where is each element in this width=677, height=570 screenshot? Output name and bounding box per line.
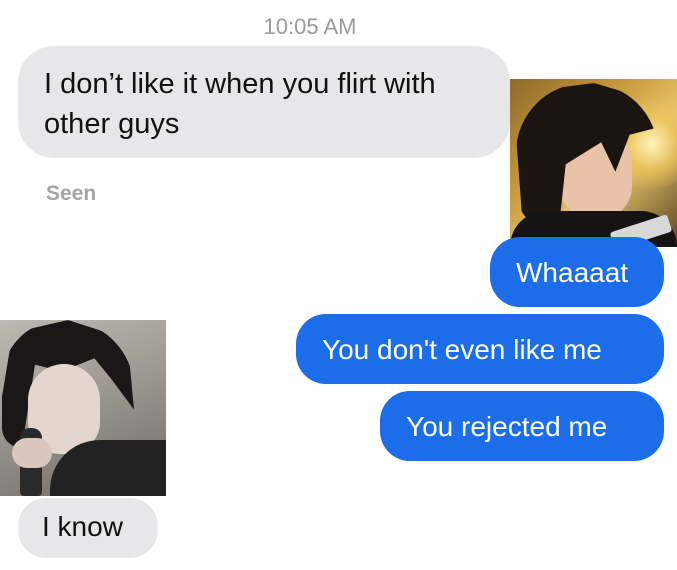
sent-message-bubble[interactable]: Whaaaat <box>490 237 664 307</box>
received-message-bubble[interactable]: I don’t like it when you flirt with othe… <box>18 46 510 158</box>
sent-message-bubble[interactable]: You don't even like me <box>296 314 664 384</box>
seen-receipt: Seen <box>46 182 97 205</box>
photo-sticker-right <box>510 79 677 247</box>
received-message-bubble[interactable]: I know <box>18 498 158 558</box>
hand-shape <box>12 438 52 468</box>
message-timestamp: 10:05 AM <box>263 14 357 39</box>
photo-sticker-left <box>0 320 166 496</box>
sent-message-bubble[interactable]: You rejected me <box>380 391 664 461</box>
